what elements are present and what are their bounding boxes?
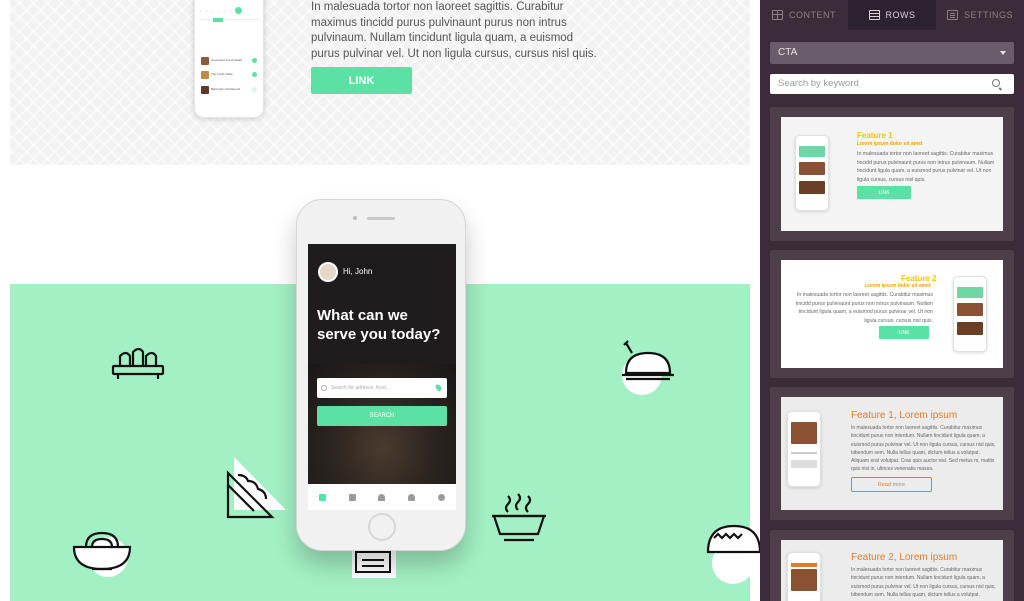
search-icon bbox=[321, 385, 327, 391]
cta-link-button[interactable]: LINK bbox=[311, 67, 412, 94]
tab-content[interactable]: CONTENT bbox=[760, 0, 848, 30]
sushi-icon bbox=[108, 340, 168, 385]
heart-icon[interactable] bbox=[378, 493, 386, 501]
avatar bbox=[318, 262, 338, 282]
tab-settings[interactable]: SETTINGS bbox=[936, 0, 1024, 30]
card-phone-thumb bbox=[787, 411, 821, 487]
tab-rows[interactable]: ROWS bbox=[848, 0, 936, 30]
app-search-button[interactable]: SEARCH bbox=[317, 406, 447, 426]
row-card-feature-2-lorem[interactable]: Feature 2, Lorem ipsum In malesuada tort… bbox=[770, 530, 1014, 601]
card-phone-thumb bbox=[953, 276, 987, 352]
app-headline: What can we serve you today? bbox=[317, 307, 441, 343]
greeting: Hi, John bbox=[343, 267, 373, 276]
row-category-select[interactable]: CTA bbox=[770, 42, 1014, 64]
panel-tabs: CONTENT ROWS SETTINGS bbox=[760, 0, 1024, 30]
soup-bowl-icon bbox=[488, 490, 550, 550]
taco-icon bbox=[704, 518, 760, 588]
rows-icon bbox=[868, 10, 880, 20]
chevron-down-icon bbox=[1000, 51, 1006, 55]
profile-icon[interactable] bbox=[437, 493, 445, 501]
app-screen: Hi, John What can we serve you today? Se… bbox=[308, 244, 456, 510]
search-icon bbox=[992, 79, 1000, 87]
app-tab-bar bbox=[308, 484, 456, 510]
home-button bbox=[368, 513, 396, 541]
row-card-feature-1[interactable]: Feature 1 Lorem ipsum dolor sit amet In … bbox=[770, 107, 1014, 241]
grid-icon bbox=[772, 10, 783, 20]
list-item: Barrington Restaurant bbox=[201, 86, 257, 94]
list-item: Greenland Fresh Salad bbox=[201, 57, 257, 65]
roast-chicken-icon bbox=[618, 335, 680, 397]
noodle-bowl-icon bbox=[68, 517, 138, 579]
row-card-feature-2[interactable]: Feature 2 Lorem ipsum dolor sit amet In … bbox=[770, 250, 1014, 378]
list-icon[interactable] bbox=[348, 493, 356, 501]
app-search-input[interactable]: Search for address, food... bbox=[317, 378, 447, 398]
editor-canvas: •••••• Greenland Fresh Salad The Fresh T… bbox=[0, 0, 760, 601]
row-card-feature-1-lorem[interactable]: Feature 1, Lorem ipsum In malesuada tort… bbox=[770, 387, 1014, 520]
sandwich-icon bbox=[220, 455, 290, 520]
phone-mockup: Hi, John What can we serve you today? Se… bbox=[296, 199, 466, 551]
home-icon[interactable] bbox=[319, 493, 327, 501]
row-search-input[interactable]: Search by keyword bbox=[770, 74, 1014, 94]
bell-icon[interactable] bbox=[408, 493, 416, 501]
cta-body-text: In malesuada tortor non laoreet sagittis… bbox=[311, 1, 597, 60]
card-phone-thumb bbox=[795, 135, 829, 211]
mini-phone-preview: •••••• Greenland Fresh Salad The Fresh T… bbox=[194, 0, 264, 118]
list-item: The Fresh Table bbox=[201, 71, 257, 79]
card-phone-thumb bbox=[787, 552, 821, 601]
settings-icon bbox=[946, 10, 958, 20]
location-pin-icon bbox=[434, 383, 443, 392]
